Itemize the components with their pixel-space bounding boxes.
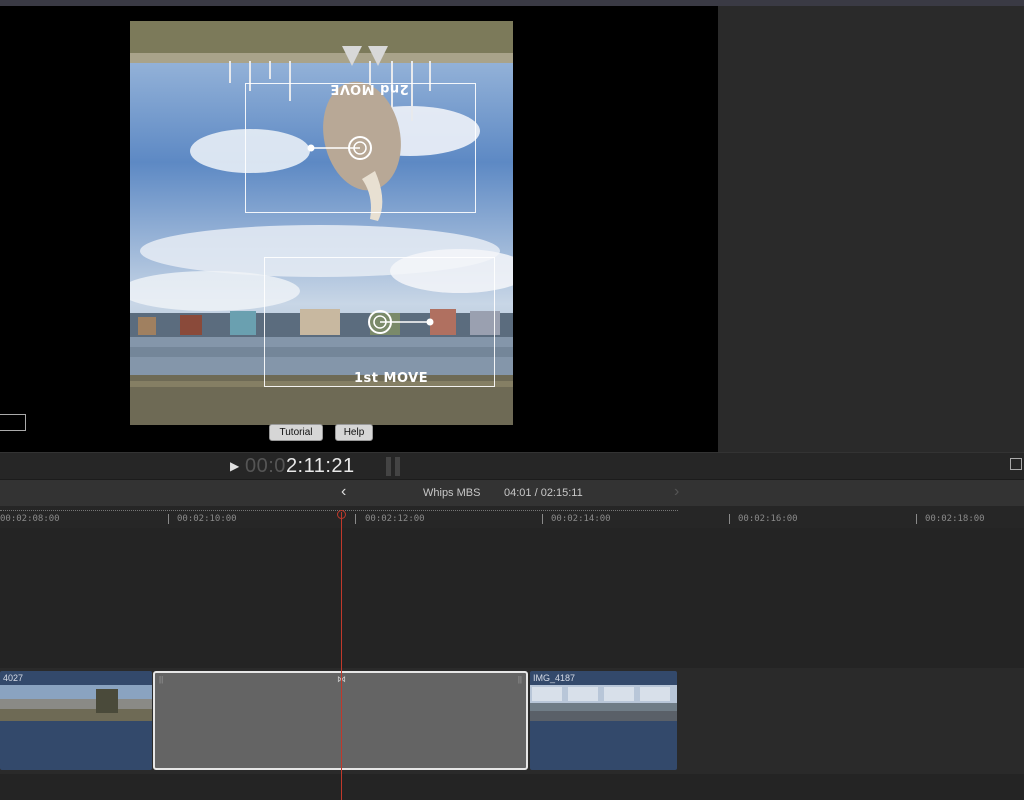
playhead[interactable] xyxy=(341,512,342,800)
ruler-tick-mark xyxy=(542,514,543,524)
play-icon[interactable]: ▶ xyxy=(230,459,239,473)
first-move-label: 1st MOVE xyxy=(354,371,429,386)
clip-name: IMG_4187 xyxy=(533,673,576,683)
ruler-tick-mark xyxy=(355,514,356,524)
ruler-tick-label: 00:02:08:00 xyxy=(0,514,60,524)
ruler-tick-label: 00:02:14:00 xyxy=(551,514,611,524)
audio-meter xyxy=(386,457,391,476)
ruler-tick-label: 00:02:12:00 xyxy=(365,514,425,524)
transport-bar: ▶ 00:02:11:21 xyxy=(0,452,1024,480)
project-name: Whips MBS xyxy=(423,487,481,499)
ruler-tick-label: 00:02:10:00 xyxy=(177,514,237,524)
timeline-clip[interactable]: 4027 xyxy=(0,671,152,770)
second-move-label: 2nd MOVE xyxy=(330,81,409,96)
ruler-tick-mark xyxy=(729,514,730,524)
timecode-dim-part: 00:0 xyxy=(245,455,286,477)
ruler-tick-mark xyxy=(168,514,169,524)
help-button[interactable]: Help xyxy=(335,424,373,441)
clip-thumbnails xyxy=(530,685,677,721)
ruler-tick-label: 00:02:18:00 xyxy=(925,514,985,524)
video-frame[interactable]: 2nd MOVE 1st MOVE xyxy=(130,21,513,425)
ruler-tick-mark xyxy=(916,514,917,524)
fullscreen-icon[interactable] xyxy=(1010,458,1022,470)
chevron-right-icon[interactable]: › xyxy=(674,483,679,501)
timeline-ruler[interactable]: 00:02:08:00 00:02:10:00 00:02:12:00 00:0… xyxy=(0,506,1024,529)
clip-trim-right-handle[interactable]: || xyxy=(518,675,522,684)
timeline-clip[interactable]: IMG_4187 xyxy=(530,671,677,770)
clip-trim-left-handle[interactable]: || xyxy=(159,675,163,684)
clip-name: 4027 xyxy=(3,673,24,683)
first-move-position-handle[interactable] xyxy=(366,307,446,337)
timecode-display[interactable]: 00:02:11:21 xyxy=(245,453,355,480)
clip-thumbnails xyxy=(0,685,152,721)
project-duration: 04:01 / 02:15:11 xyxy=(504,487,583,499)
timeline-nav-bar: ‹ Whips MBS 04:01 / 02:15:11 › xyxy=(0,479,1024,507)
ruler-tick-label: 00:02:16:00 xyxy=(738,514,798,524)
chevron-left-icon[interactable]: ‹ xyxy=(341,483,346,501)
second-move-position-handle[interactable] xyxy=(305,133,385,163)
playhead-marker[interactable] xyxy=(337,510,346,519)
inspector-panel xyxy=(718,6,1024,452)
viewer-left-control[interactable] xyxy=(0,414,26,431)
timecode-bright-part: 2:11:21 xyxy=(285,455,355,477)
tutorial-button[interactable]: Tutorial xyxy=(269,424,323,441)
audio-meter-right xyxy=(395,457,400,476)
